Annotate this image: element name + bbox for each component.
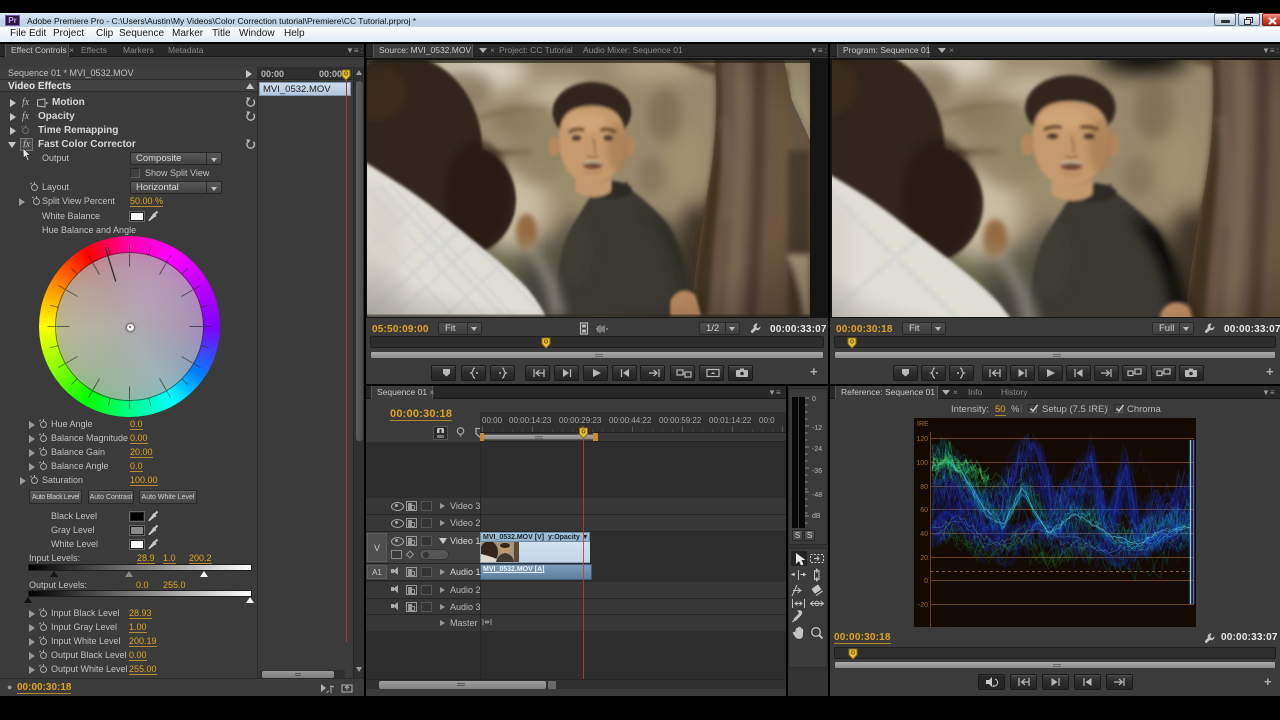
svg-text:0: 0 <box>924 578 928 585</box>
svg-text:20: 20 <box>920 555 928 562</box>
svg-text:80: 80 <box>920 484 928 491</box>
svg-text:100: 100 <box>916 460 928 467</box>
svg-text:-20: -20 <box>918 602 928 609</box>
svg-text:120: 120 <box>916 436 928 443</box>
svg-text:40: 40 <box>920 531 928 538</box>
svg-text:60: 60 <box>920 507 928 514</box>
